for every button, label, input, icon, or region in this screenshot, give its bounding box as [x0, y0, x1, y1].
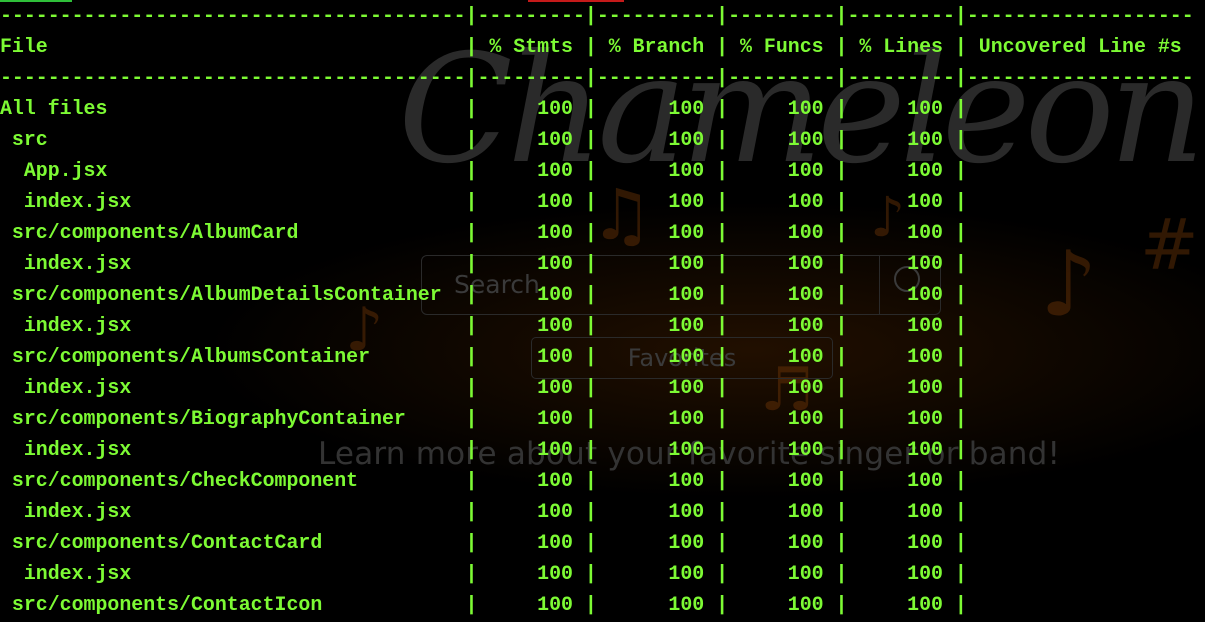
table-separator: ---------------------------------------|…: [0, 4, 1194, 27]
table-row: src/components/ContactCard | 100 | 100 |…: [0, 531, 1194, 554]
table-row: index.jsx | 100 | 100 | 100 | 100 |: [0, 376, 1194, 399]
table-row: src/components/ContactIcon | 100 | 100 |…: [0, 593, 1194, 616]
table-row: src/components/BiographyContainer | 100 …: [0, 407, 1194, 430]
table-row: All files | 100 | 100 | 100 | 100 |: [0, 97, 1194, 120]
table-row: index.jsx | 100 | 100 | 100 | 100 |: [0, 190, 1194, 213]
table-row: src/components/CheckComponent | 100 | 10…: [0, 469, 1194, 492]
table-row: index.jsx | 100 | 100 | 100 | 100 |: [0, 252, 1194, 275]
table-row: index.jsx | 100 | 100 | 100 | 100 |: [0, 438, 1194, 461]
table-row: App.jsx | 100 | 100 | 100 | 100 |: [0, 159, 1194, 182]
table-row: index.jsx | 100 | 100 | 100 | 100 |: [0, 314, 1194, 337]
table-row: src | 100 | 100 | 100 | 100 |: [0, 128, 1194, 151]
table-row: src/components/AlbumsContainer | 100 | 1…: [0, 345, 1194, 368]
table-header: File | % Stmts | % Branch | % Funcs | % …: [0, 35, 1194, 58]
terminal-output: ---------------------------------------|…: [0, 0, 1194, 620]
table-row: index.jsx | 100 | 100 | 100 | 100 |: [0, 500, 1194, 523]
table-separator: ---------------------------------------|…: [0, 66, 1194, 89]
table-row: src/components/AlbumDetailsContainer | 1…: [0, 283, 1194, 306]
table-row: src/components/AlbumCard | 100 | 100 | 1…: [0, 221, 1194, 244]
table-row: index.jsx | 100 | 100 | 100 | 100 |: [0, 562, 1194, 585]
